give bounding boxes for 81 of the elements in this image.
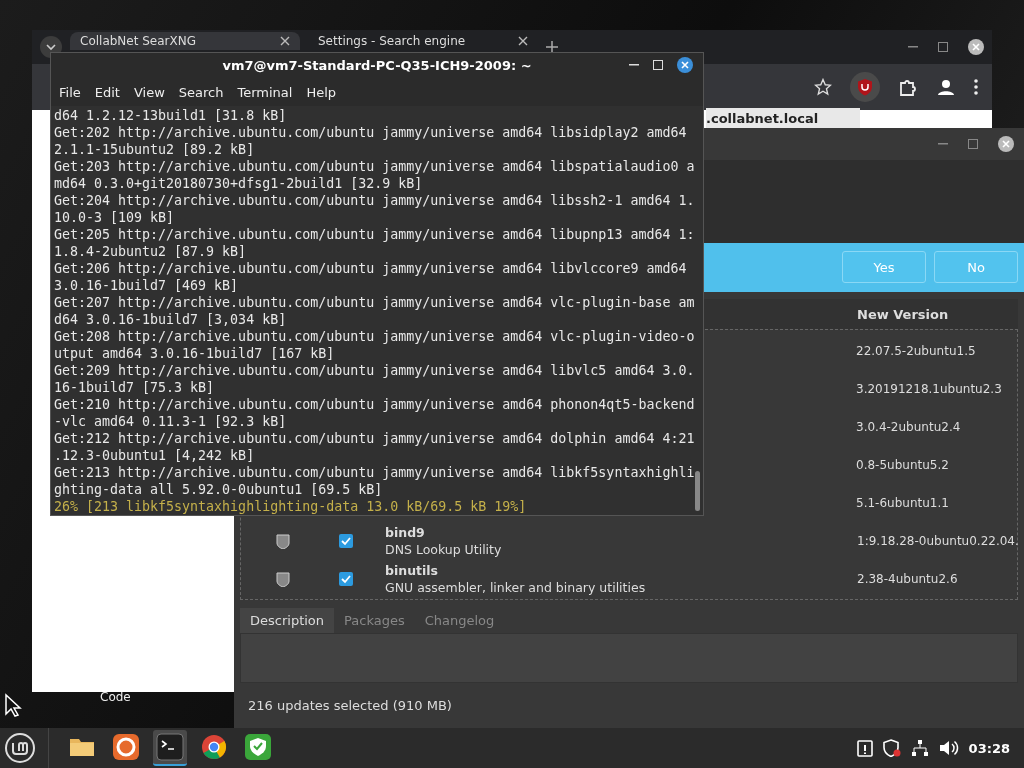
menu-item[interactable]: Edit xyxy=(88,84,126,100)
menu-item[interactable]: Help xyxy=(300,84,343,100)
shield-icon xyxy=(275,571,291,588)
checkbox[interactable] xyxy=(339,534,353,549)
package-description: GNU assembler, linker and binary utilities xyxy=(385,579,647,597)
shield-icon xyxy=(245,734,271,760)
mouse-pointer-icon xyxy=(4,693,22,717)
output-line: 1.8.4-2ubuntu2 [87.9 kB] xyxy=(54,243,248,260)
package-version: 1:9.18.28-0ubuntu0.22.04. xyxy=(857,534,1017,549)
puzzle-piece-icon[interactable] xyxy=(898,77,918,97)
output-line: 10.0-3 [109 kB] xyxy=(54,209,176,226)
browser-tab[interactable]: CollabNet SearXNG xyxy=(70,32,300,50)
terminal-icon xyxy=(156,733,184,761)
output-line: Get:209 http://archive.ubuntu.com/ubuntu jammy/universe amd64 libvlc5 amd64 3.0. xyxy=(54,362,696,379)
package-name: bind9 xyxy=(385,524,426,542)
output-line: Get:208 http://archive.ubuntu.com/ubuntu jammy/universe amd64 vlc-plugin-video-o xyxy=(54,328,696,345)
output-line: Get:207 http://archive.ubuntu.com/ubuntu jammy/universe amd64 vlc-plugin-base am xyxy=(54,294,696,311)
close-icon[interactable] xyxy=(677,57,693,73)
output-line: 3.0.16-1build7 [469 kB] xyxy=(54,277,240,294)
minimize-icon[interactable] xyxy=(629,64,639,66)
window-title: vm7@vm7-Standard-PC-Q35-ICH9-2009: ~ xyxy=(222,58,532,74)
minimize-icon[interactable] xyxy=(938,142,948,145)
output-line: .12.3-0ubuntu1 [4,242 kB] xyxy=(54,447,256,464)
taskbar-app[interactable] xyxy=(153,730,187,766)
output-line: md64 0.3.0+git20180730+dfsg1-2build1 [32.9 kB] xyxy=(54,175,424,192)
menu-item[interactable]: View xyxy=(127,84,171,100)
volume-icon[interactable] xyxy=(938,739,959,757)
package-version: 2.38-4ubuntu2.6 xyxy=(857,572,959,587)
close-icon[interactable] xyxy=(998,135,1014,152)
menu-icon[interactable] xyxy=(974,79,978,95)
close-icon[interactable] xyxy=(280,36,290,46)
profile-icon[interactable] xyxy=(936,77,956,97)
close-icon[interactable] xyxy=(518,36,528,46)
clipboard-alert-icon[interactable] xyxy=(856,739,873,757)
output-line: 16-1build7 [75.3 kB] xyxy=(54,379,216,396)
desktop-icon-label[interactable]: Code xyxy=(100,690,131,704)
output-line: d64 3.0.16-1build7 [3,034 kB] xyxy=(54,311,288,328)
package-version: 3.20191218.1ubuntu2.3 xyxy=(856,382,1003,397)
menu-item[interactable]: Terminal xyxy=(231,84,299,100)
package-version: 3.0.4-2ubuntu2.4 xyxy=(856,420,962,435)
checkbox[interactable] xyxy=(339,572,353,587)
output-line: Get:206 http://archive.ubuntu.com/ubuntu jammy/universe amd64 libvlccore9 amd64 xyxy=(54,260,688,277)
output-line: Get:204 http://archive.ubuntu.com/ubuntu jammy/universe amd64 libssh2-1 amd64 1. xyxy=(54,192,696,209)
column-title[interactable]: New Version xyxy=(857,306,949,322)
chrome-icon xyxy=(202,735,226,759)
output-line: ghting-data all 5.92.0-0ubuntu1 [69.5 kB] xyxy=(54,481,384,498)
output-line: d64 1.2.12-13build1 [31.8 kB] xyxy=(54,107,288,124)
bookmark-star-icon[interactable] xyxy=(814,78,832,96)
clock[interactable]: 03:28 xyxy=(968,740,1010,756)
output-line: Get:203 http://archive.ubuntu.com/ubuntu jammy/universe amd64 libspatialaudio0 a xyxy=(54,158,696,175)
ublock-extension-icon[interactable] xyxy=(850,72,880,102)
page-text: .collabnet.local xyxy=(706,108,860,129)
output-line: Get:202 http://archive.ubuntu.com/ubuntu jammy/universe amd64 libsidplay2 amd64 xyxy=(54,124,688,141)
output-line: utput amd64 3.0.16-1build7 [167 kB] xyxy=(54,345,336,362)
output-line: Get:205 http://archive.ubuntu.com/ubuntu jammy/universe amd64 libupnp13 amd64 1: xyxy=(54,226,696,243)
menu-item[interactable]: Search xyxy=(172,84,230,100)
package-name: binutils xyxy=(385,562,439,580)
shield-icon xyxy=(275,533,291,550)
output-line: Get:210 http://archive.ubuntu.com/ubuntu jammy/universe amd64 phonon4qt5-backend xyxy=(54,396,696,413)
new-tab-icon[interactable] xyxy=(546,41,558,53)
menu-item[interactable]: File xyxy=(53,84,87,100)
shield-icon[interactable] xyxy=(882,739,901,757)
output-line: Get:212 http://archive.ubuntu.com/ubuntu jammy/universe amd64 dolphin amd64 4:21 xyxy=(54,430,696,447)
browser-icon xyxy=(113,734,139,760)
progress-line: 26% [213 libkf5syntaxhighlighting-data 13.0 kB/69.5 kB 19%] xyxy=(54,498,528,515)
maximize-icon[interactable] xyxy=(938,42,948,52)
network-icon[interactable] xyxy=(910,739,929,757)
folder-icon xyxy=(70,739,94,756)
package-version: 5.1-6ubuntu1.1 xyxy=(856,496,950,511)
package-version: 0.8-5ubuntu5.2 xyxy=(856,458,950,473)
detail-tab[interactable]: Description xyxy=(240,608,335,634)
output-line: -vlc amd64 0.11.3-1 [92.3 kB] xyxy=(54,413,288,430)
browser-tab[interactable]: Settings - Search engine xyxy=(308,32,538,50)
package-description: DNS Lookup Utility xyxy=(385,541,503,559)
output-line: 2.1.1-15ubuntu2 [89.2 kB] xyxy=(54,141,256,158)
scrollbar-thumb[interactable] xyxy=(695,471,700,511)
output-line: Get:213 http://archive.ubuntu.com/ubuntu jammy/universe amd64 libkf5syntaxhighli xyxy=(54,464,696,481)
close-icon[interactable] xyxy=(968,39,984,55)
package-version: 22.07.5-2ubuntu1.5 xyxy=(856,344,977,359)
start-menu-icon[interactable] xyxy=(4,732,36,764)
status-text: 216 updates selected (910 MB) xyxy=(247,697,453,715)
